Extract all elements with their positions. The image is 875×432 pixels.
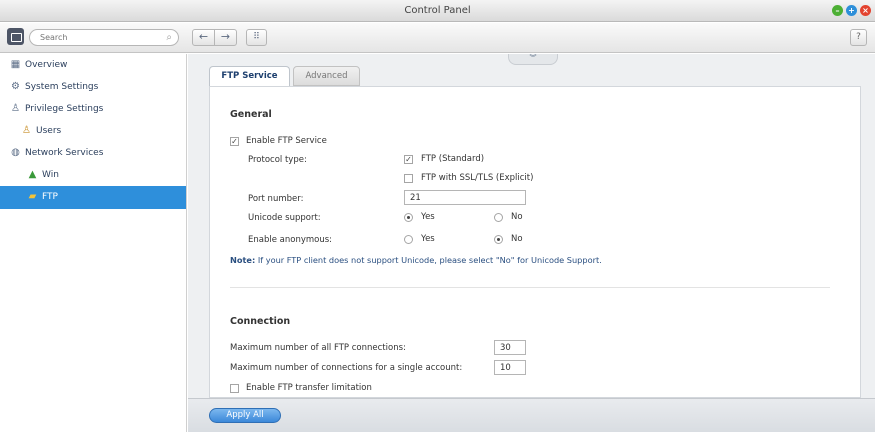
sidebar: ▦ Overview ⚙ System Settings ♙ Privilege… bbox=[0, 54, 187, 432]
unicode-no-radio[interactable] bbox=[494, 213, 503, 222]
port-number-label: Port number: bbox=[248, 194, 304, 204]
sidebar-item-label: Overview bbox=[25, 60, 68, 70]
search-input[interactable] bbox=[40, 31, 160, 44]
ftp-standard-label: FTP (Standard) bbox=[421, 154, 485, 164]
max-single-connections-input[interactable] bbox=[494, 360, 526, 375]
overview-icon: ▦ bbox=[10, 59, 21, 70]
maximize-icon[interactable]: + bbox=[846, 5, 857, 16]
max-single-connections-label: Maximum number of connections for a sing… bbox=[230, 363, 463, 373]
sidebar-item-network-services[interactable]: ◍ Network Services bbox=[0, 142, 186, 165]
unicode-no-label: No bbox=[511, 212, 523, 222]
anonymous-no-label: No bbox=[511, 234, 523, 244]
connection-section-title: Connection bbox=[230, 316, 291, 327]
user-icon: ♙ bbox=[22, 125, 31, 136]
max-all-connections-input[interactable] bbox=[494, 340, 526, 355]
sidebar-item-system-settings[interactable]: ⚙ System Settings bbox=[0, 76, 186, 99]
collapse-toggle-icon[interactable]: ︾ bbox=[508, 54, 558, 65]
folder-icon: ▰ bbox=[28, 191, 37, 202]
gear-icon: ⚙ bbox=[11, 81, 20, 92]
anonymous-no-radio[interactable] bbox=[494, 235, 503, 244]
sidebar-item-label: Users bbox=[36, 126, 62, 136]
tab-ftp-service[interactable]: FTP Service bbox=[209, 66, 290, 86]
sidebar-item-privilege-settings[interactable]: ♙ Privilege Settings bbox=[0, 98, 186, 121]
app-menu-icon[interactable] bbox=[7, 28, 24, 45]
protocol-type-label: Protocol type: bbox=[248, 155, 307, 165]
unicode-yes-radio[interactable] bbox=[404, 213, 413, 222]
ftp-ssl-label: FTP with SSL/TLS (Explicit) bbox=[421, 173, 534, 183]
back-button[interactable]: ← bbox=[192, 29, 215, 46]
enable-anonymous-label: Enable anonymous: bbox=[248, 235, 333, 245]
unicode-yes-label: Yes bbox=[421, 212, 435, 222]
unicode-note: Note: If your FTP client does not suppor… bbox=[230, 255, 602, 265]
sidebar-item-label: FTP bbox=[42, 192, 58, 202]
sidebar-item-label: Win bbox=[42, 170, 59, 180]
enable-ftp-checkbox[interactable]: ✓ bbox=[230, 137, 239, 146]
grid-view-icon[interactable]: ⠿ bbox=[246, 29, 267, 46]
sidebar-item-users[interactable]: ♙ Users bbox=[0, 120, 186, 143]
note-prefix: Note: bbox=[230, 255, 256, 265]
sidebar-item-overview[interactable]: ▦ Overview bbox=[0, 54, 186, 77]
ftp-ssl-checkbox[interactable] bbox=[404, 174, 413, 183]
unicode-support-label: Unicode support: bbox=[248, 213, 321, 223]
close-icon[interactable]: × bbox=[860, 5, 871, 16]
network-icon: ◍ bbox=[11, 147, 20, 158]
transfer-limitation-label: Enable FTP transfer limitation bbox=[246, 383, 372, 393]
forward-button[interactable]: → bbox=[214, 29, 237, 46]
tab-advanced[interactable]: Advanced bbox=[293, 66, 360, 86]
sidebar-item-label: Network Services bbox=[25, 148, 104, 158]
ftp-standard-checkbox[interactable]: ✓ bbox=[404, 155, 413, 164]
sidebar-item-label: System Settings bbox=[25, 82, 99, 92]
minimize-icon[interactable]: – bbox=[832, 5, 843, 16]
anonymous-yes-radio[interactable] bbox=[404, 235, 413, 244]
title-bar: Control Panel – + × bbox=[0, 0, 875, 22]
anonymous-yes-label: Yes bbox=[421, 234, 435, 244]
apply-all-button[interactable]: Apply All bbox=[209, 408, 281, 423]
window-title: Control Panel bbox=[404, 5, 471, 16]
section-divider bbox=[230, 287, 830, 288]
search-box[interactable]: ⌕ bbox=[29, 29, 179, 46]
search-icon[interactable]: ⌕ bbox=[166, 32, 172, 43]
general-section-title: General bbox=[230, 109, 272, 120]
help-button[interactable]: ? bbox=[850, 29, 867, 46]
user-icon: ♙ bbox=[11, 103, 20, 114]
bottom-bar bbox=[188, 398, 875, 432]
enable-ftp-label: Enable FTP Service bbox=[246, 136, 327, 146]
transfer-limitation-checkbox[interactable] bbox=[230, 384, 239, 393]
win-icon: ▲ bbox=[28, 169, 37, 180]
max-all-connections-label: Maximum number of all FTP connections: bbox=[230, 343, 406, 353]
sidebar-item-ftp[interactable]: ▰ FTP bbox=[0, 186, 186, 209]
note-text: If your FTP client does not support Unic… bbox=[255, 255, 602, 265]
port-number-input[interactable] bbox=[404, 190, 526, 205]
sidebar-item-label: Privilege Settings bbox=[25, 104, 104, 114]
toolbar: ⌕ ← → ⠿ ? bbox=[0, 23, 875, 53]
sidebar-item-win[interactable]: ▲ Win bbox=[0, 164, 186, 187]
